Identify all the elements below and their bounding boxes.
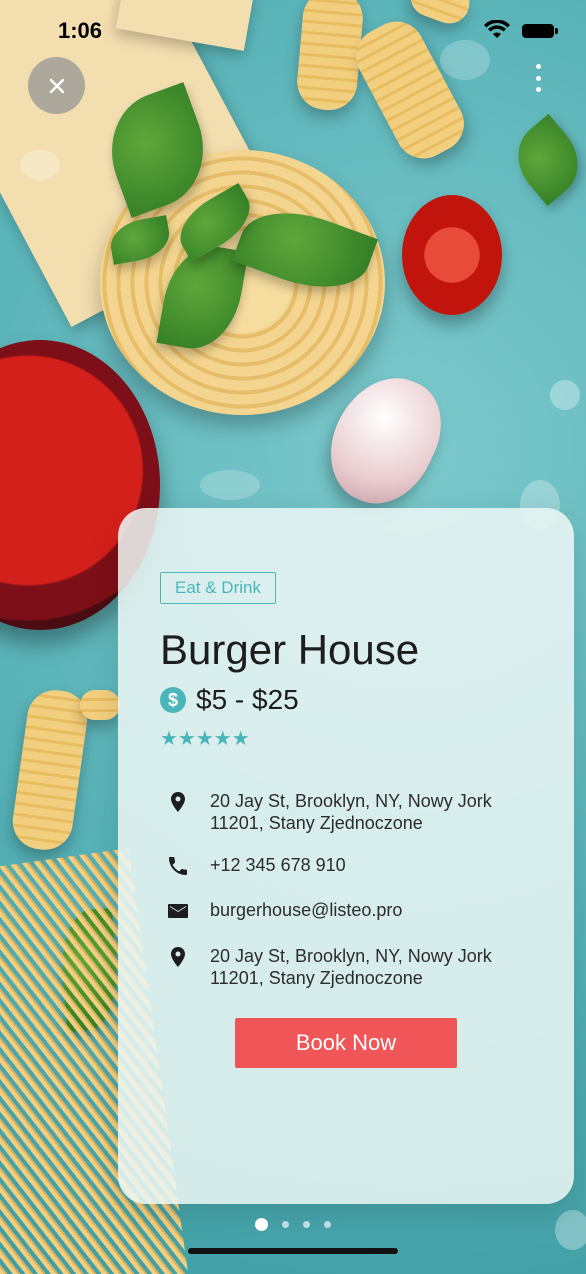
pager-dot[interactable] (282, 1221, 289, 1228)
image-pager[interactable] (0, 1218, 586, 1231)
close-icon (49, 78, 64, 93)
more-dot-icon (535, 75, 541, 81)
category-tag[interactable]: Eat & Drink (160, 572, 276, 604)
location-pin-icon (171, 947, 185, 967)
location-pin-icon (171, 792, 185, 812)
address-text-2: 20 Jay St, Brooklyn, NY, Nowy Jork 11201… (210, 946, 492, 988)
email-text: burgerhouse@listeo.pro (210, 900, 403, 920)
close-button[interactable] (28, 57, 85, 114)
more-options-button[interactable] (530, 64, 546, 92)
address-row-2[interactable]: 20 Jay St, Brooklyn, NY, Nowy Jork 11201… (166, 945, 526, 989)
pager-dot-active[interactable] (255, 1218, 268, 1231)
wifi-icon (484, 20, 510, 38)
home-indicator[interactable] (188, 1248, 398, 1254)
rating-stars: ★★★★★ (160, 728, 250, 750)
more-dot-icon (535, 64, 541, 69)
pager-dot[interactable] (324, 1221, 331, 1228)
status-time: 1:06 (58, 18, 103, 43)
address-text: 20 Jay St, Brooklyn, NY, Nowy Jork 11201… (210, 791, 492, 833)
phone-icon (169, 857, 187, 875)
phone-row[interactable]: +12 345 678 910 (166, 854, 526, 878)
pager-dot[interactable] (303, 1221, 310, 1228)
phone-text: +12 345 678 910 (210, 855, 346, 875)
listing-card: Eat & Drink Burger House $ $5 - $25 ★★★★… (118, 508, 574, 1204)
price-range: $5 - $25 (196, 684, 299, 715)
address-row[interactable]: 20 Jay St, Brooklyn, NY, Nowy Jork 11201… (166, 790, 526, 834)
mail-icon (168, 904, 188, 918)
email-row[interactable]: burgerhouse@listeo.pro (166, 899, 526, 923)
battery-icon (522, 24, 558, 38)
listing-title: Burger House (160, 626, 420, 673)
dollar-icon: $ (160, 687, 186, 713)
book-now-button[interactable]: Book Now (235, 1018, 457, 1068)
more-dot-icon (535, 87, 541, 92)
status-bar: 1:06 (0, 0, 586, 60)
price-row: $ $5 - $25 (160, 684, 299, 716)
